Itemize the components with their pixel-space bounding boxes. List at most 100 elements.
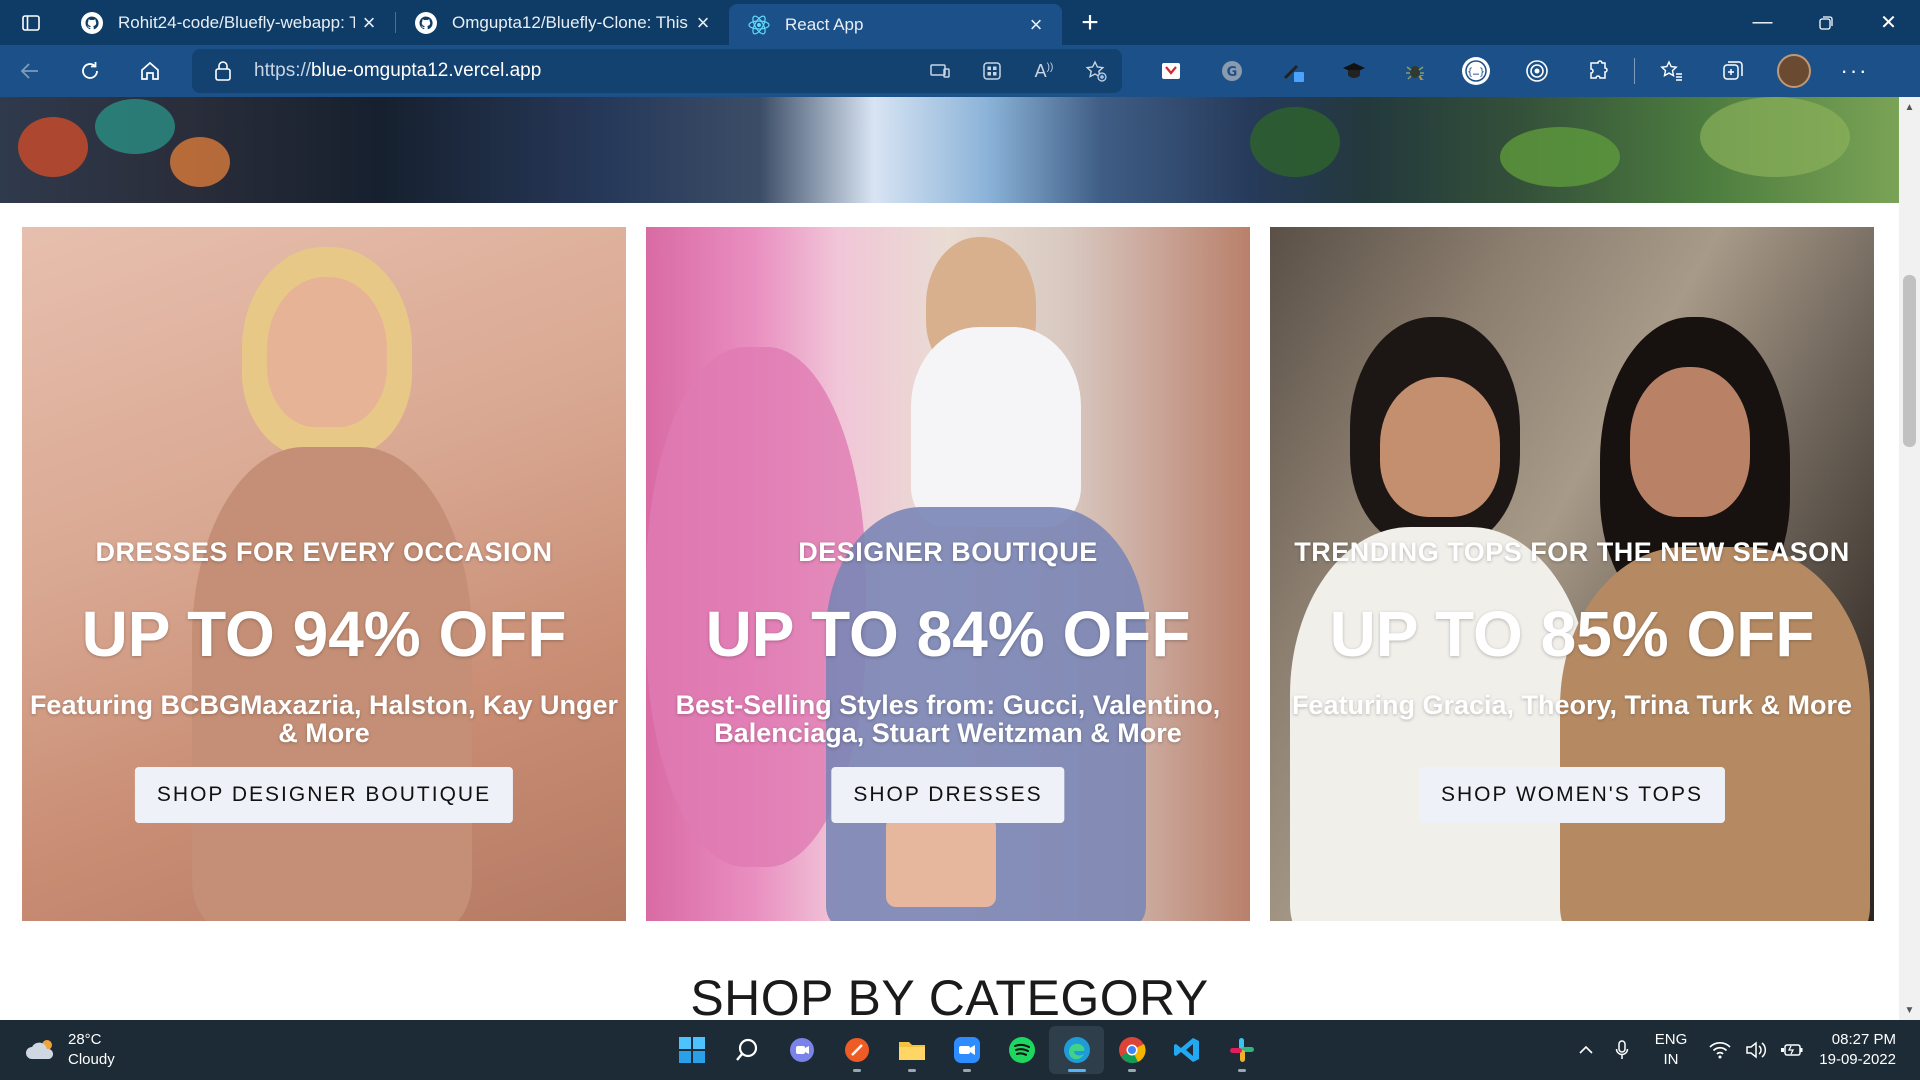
extension-6[interactable]: {…} — [1445, 45, 1506, 97]
github-icon — [81, 11, 103, 34]
promo-card-dresses[interactable]: DRESSES FOR EVERY OCCASION UP TO 94% OFF… — [22, 227, 626, 921]
vscode-app[interactable] — [1159, 1026, 1214, 1074]
url-host: blue-omgupta12.vercel.app — [311, 60, 542, 81]
extension-2[interactable]: G — [1201, 45, 1262, 97]
page-viewport: DRESSES FOR EVERY OCCASION UP TO 94% OFF… — [0, 97, 1899, 1020]
new-tab-button[interactable]: + — [1062, 0, 1118, 45]
extension-4[interactable] — [1323, 45, 1384, 97]
spotify-icon — [1008, 1037, 1035, 1063]
language-indicator[interactable]: ENG IN — [1640, 1030, 1702, 1070]
read-aloud-button[interactable]: A)) — [1018, 49, 1070, 93]
browser-tab-2[interactable]: Omgupta12/Bluefly-Clone: This p × — [396, 0, 729, 45]
battery-button[interactable] — [1774, 1042, 1810, 1058]
device-icon — [930, 64, 950, 78]
edge-app[interactable] — [1049, 1026, 1104, 1074]
apps-button[interactable] — [966, 49, 1018, 93]
slack-app[interactable] — [1214, 1026, 1269, 1074]
clock[interactable]: 08:27 PM 19-09-2022 — [1810, 1030, 1920, 1070]
search-button[interactable] — [719, 1026, 774, 1074]
lock-icon[interactable] — [214, 61, 232, 81]
add-favorite-button[interactable] — [1070, 49, 1122, 93]
browser-toolbar: https://blue-omgupta12.vercel.app A)) G … — [0, 45, 1920, 97]
app-available-button[interactable] — [914, 49, 966, 93]
react-icon — [748, 15, 770, 34]
chrome-app[interactable] — [1104, 1026, 1159, 1074]
slack-icon — [1229, 1038, 1254, 1062]
close-tab-icon[interactable]: × — [355, 9, 383, 37]
hero-pattern — [1700, 97, 1850, 177]
browser-tab-1[interactable]: Rohit24-code/Bluefly-webapp: Th × — [62, 0, 395, 45]
wifi-button[interactable] — [1702, 1041, 1738, 1059]
extension-5[interactable]: c — [1384, 45, 1445, 97]
postman-app[interactable] — [829, 1026, 884, 1074]
hero-banner-image[interactable] — [0, 97, 1899, 203]
back-arrow-icon — [20, 63, 38, 79]
url-scheme: https:// — [254, 60, 312, 81]
scroll-up-arrow-icon[interactable]: ▲ — [1899, 97, 1920, 117]
back-button[interactable] — [0, 45, 60, 97]
show-hidden-icons-button[interactable] — [1568, 1044, 1604, 1056]
tab-actions-button[interactable] — [0, 0, 62, 45]
promo-card-womens-tops[interactable]: TRENDING TOPS FOR THE NEW SEASON UP TO 8… — [1270, 227, 1874, 921]
graduation-cap-icon — [1342, 63, 1365, 78]
shield-extension-icon — [1161, 63, 1180, 79]
shop-womens-tops-button[interactable]: SHOP WOMEN'S TOPS — [1418, 767, 1726, 823]
chat-icon — [789, 1038, 814, 1062]
extension-7[interactable] — [1506, 45, 1567, 97]
extensions-button[interactable] — [1567, 45, 1628, 97]
start-button[interactable] — [664, 1026, 719, 1074]
promo-card-designer-boutique[interactable]: DESIGNER BOUTIQUE UP TO 84% OFF Best-Sel… — [646, 227, 1250, 921]
shop-dresses-button[interactable]: SHOP DRESSES — [831, 767, 1065, 823]
microphone-button[interactable] — [1604, 1039, 1640, 1061]
page-scrollbar[interactable]: ▲ ▼ — [1899, 97, 1920, 1020]
postman-icon — [844, 1038, 869, 1062]
extension-1[interactable] — [1140, 45, 1201, 97]
url-text[interactable]: https://blue-omgupta12.vercel.app — [254, 60, 914, 82]
wifi-icon — [1709, 1041, 1731, 1059]
system-tray: ENG IN 08:27 PM 19-09-2022 — [1568, 1020, 1920, 1080]
close-window-button[interactable]: ✕ — [1857, 0, 1920, 45]
promo-featuring: Featuring Gracia, Theory, Trina Turk & M… — [1291, 690, 1853, 720]
puzzle-icon — [1589, 60, 1608, 79]
collections-icon — [1722, 61, 1743, 80]
shop-designer-boutique-button[interactable]: SHOP DESIGNER BOUTIQUE — [134, 767, 514, 823]
home-button[interactable] — [120, 45, 180, 97]
battery-icon — [1781, 1044, 1803, 1056]
refresh-button[interactable] — [60, 45, 120, 97]
teams-chat-button[interactable] — [774, 1026, 829, 1074]
tab-title: Rohit24-code/Bluefly-webapp: Th — [118, 12, 355, 32]
browser-titlebar: Rohit24-code/Bluefly-webapp: Th × Omgupt… — [0, 0, 1920, 45]
address-bar[interactable]: https://blue-omgupta12.vercel.app A)) — [192, 49, 1122, 93]
close-tab-icon[interactable]: × — [1022, 11, 1050, 39]
target-extension-icon — [1525, 60, 1548, 82]
weather-widget[interactable]: 28°C Cloudy — [24, 1030, 115, 1070]
browser-tab-3-active[interactable]: React App × — [729, 4, 1062, 45]
volume-button[interactable] — [1738, 1041, 1774, 1059]
collections-button[interactable] — [1702, 45, 1763, 97]
promo-kicker: TRENDING TOPS FOR THE NEW SEASON — [1294, 537, 1850, 567]
scrollbar-thumb[interactable] — [1903, 275, 1916, 447]
hero-pattern — [170, 137, 230, 187]
microphone-icon — [1615, 1040, 1629, 1059]
scroll-down-arrow-icon[interactable]: ▼ — [1899, 1000, 1920, 1020]
tab-title: Omgupta12/Bluefly-Clone: This p — [452, 12, 689, 32]
restore-button[interactable] — [1794, 0, 1857, 45]
settings-more-button[interactable]: ··· — [1824, 45, 1885, 97]
profile-button[interactable] — [1763, 45, 1824, 97]
zoom-app[interactable] — [939, 1026, 994, 1074]
spotify-app[interactable] — [994, 1026, 1049, 1074]
weather-temperature: 28°C — [68, 1031, 102, 1048]
hero-pattern — [1250, 107, 1340, 177]
promo-featuring: Featuring BCBGMaxazria, Halston, Kay Ung… — [29, 690, 619, 748]
minimize-button[interactable]: — — [1731, 0, 1794, 45]
close-tab-icon[interactable]: × — [689, 9, 717, 37]
svg-text:{…}: {…} — [1466, 67, 1484, 78]
svg-text:c: c — [1419, 73, 1424, 83]
favorites-button[interactable] — [1641, 45, 1702, 97]
extension-3[interactable] — [1262, 45, 1323, 97]
clock-date: 19-09-2022 — [1819, 1051, 1896, 1068]
file-explorer-app[interactable] — [884, 1026, 939, 1074]
running-indicator — [1237, 1069, 1246, 1072]
running-indicator — [962, 1069, 971, 1072]
code-extension-icon: {…} — [1461, 57, 1490, 85]
